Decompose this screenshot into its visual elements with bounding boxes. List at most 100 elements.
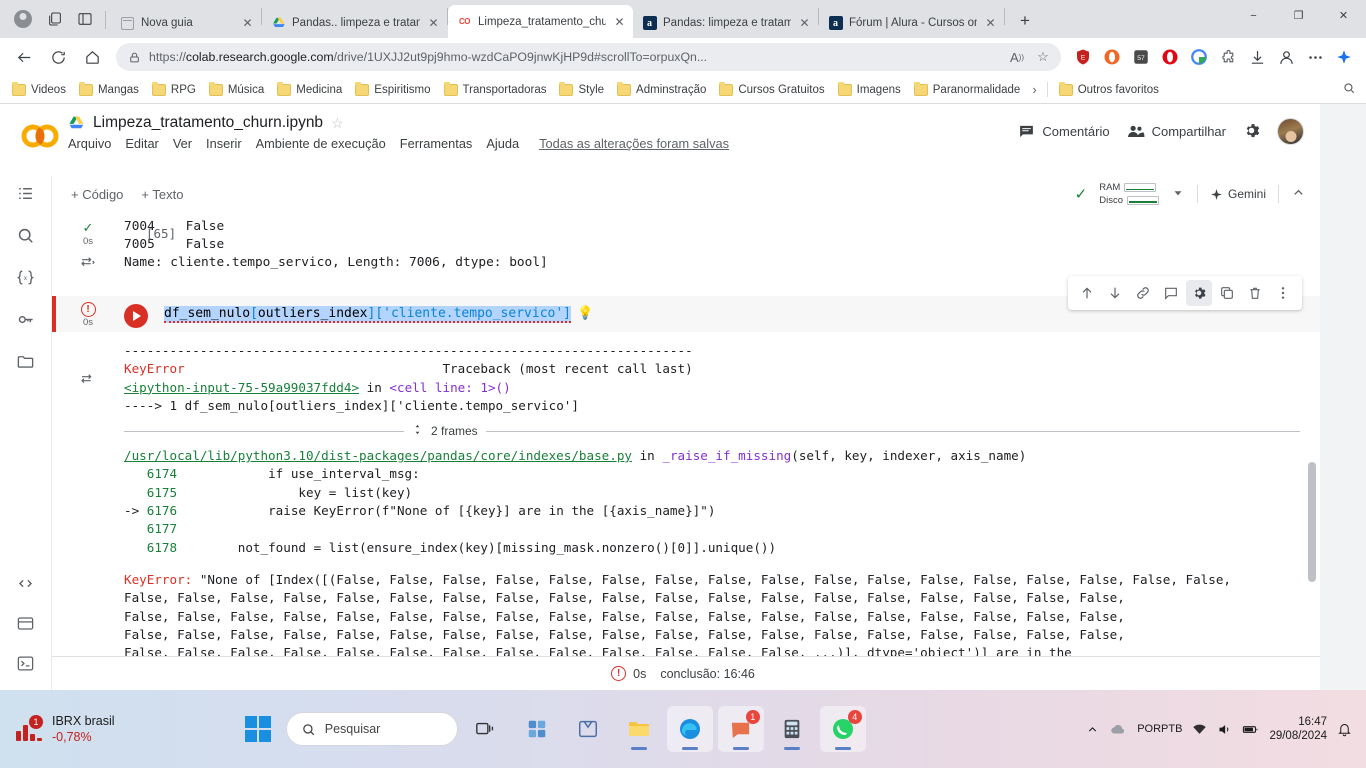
browser-tab-0[interactable]: Nova guia ✕ (111, 8, 261, 38)
menu-item-ajuda[interactable]: Ajuda (486, 136, 519, 151)
browser-tab-4[interactable]: a Fórum | Alura - Cursos onl ✕ (819, 8, 1004, 38)
browser-profile-icon[interactable] (1272, 43, 1300, 71)
move-up-icon[interactable] (1074, 280, 1100, 306)
output-scroll-icon[interactable] (80, 255, 96, 274)
taskview-button[interactable] (463, 706, 509, 752)
close-icon[interactable]: ✕ (426, 16, 441, 31)
collapsed-frames-row[interactable]: 2 frames (124, 423, 1300, 439)
menu-item-ver[interactable]: Ver (173, 136, 192, 151)
split-screen-icon[interactable] (70, 0, 100, 38)
menu-item-ferramentas[interactable]: Ferramentas (400, 136, 473, 151)
collapse-header-icon[interactable] (1291, 185, 1306, 203)
close-window-icon[interactable]: ✕ (1321, 0, 1366, 31)
menu-item-editar[interactable]: Editar (125, 136, 158, 151)
frames-expand-icon[interactable] (412, 423, 423, 439)
chat-app-icon[interactable]: 1 (717, 706, 764, 752)
settings-icon[interactable] (1186, 280, 1212, 306)
extensions-puzzle-icon[interactable] (1214, 43, 1242, 71)
move-down-icon[interactable] (1102, 280, 1128, 306)
star-icon[interactable]: ☆ (331, 115, 344, 132)
battery-icon[interactable] (1242, 721, 1259, 738)
share-button[interactable]: Compartilhar (1126, 122, 1226, 141)
add-text-cell-button[interactable]: + Texto (132, 183, 192, 206)
file-explorer-icon[interactable] (616, 706, 662, 752)
command-palette-icon[interactable] (9, 606, 43, 640)
taskbar-search[interactable]: Pesquisar (285, 712, 458, 746)
browser-tab-2[interactable]: CO Limpeza_tratamento_churn ✕ (448, 5, 633, 38)
bookmark-style[interactable]: Style (553, 81, 610, 99)
bookmark-cursos-gratuitos[interactable]: Cursos Gratuitos (713, 81, 830, 99)
link-icon[interactable] (1130, 280, 1156, 306)
more-vert-icon[interactable] (1270, 280, 1296, 306)
menu-item-inserir[interactable]: Inserir (206, 136, 242, 151)
bookmark-other-favorites[interactable]: Outros favoritos (1053, 81, 1165, 99)
close-icon[interactable]: ✕ (240, 16, 255, 31)
bookmark-rpg[interactable]: RPG (146, 81, 202, 99)
settings-gear-icon[interactable] (1242, 121, 1261, 143)
extension-opera-icon[interactable] (1156, 43, 1184, 71)
bookmark-videos[interactable]: Videos (6, 81, 72, 99)
language-indicator[interactable]: POR PTB (1137, 723, 1182, 736)
code-editor-line[interactable]: df_sem_nulo[outliers_index]['cliente.tem… (124, 296, 593, 323)
bookmarks-overflow-icon[interactable]: › (1027, 79, 1041, 100)
terminal-icon[interactable] (9, 646, 43, 680)
taskbar-clock[interactable]: 16:47 29/08/2024 (1269, 715, 1327, 743)
menu-item-arquivo[interactable]: Arquivo (68, 136, 111, 151)
favorite-star-icon[interactable]: ☆ (1031, 45, 1055, 69)
notebook-body[interactable]: ✓ 0s 7003 False 7004 False 7005 False Na… (52, 212, 1320, 690)
bookmark-adminstracao[interactable]: Adminstração (611, 81, 712, 99)
widgets-button[interactable] (514, 706, 560, 752)
minimize-icon[interactable]: − (1231, 0, 1276, 31)
variables-icon[interactable]: x (9, 260, 43, 294)
code-snippets-icon[interactable] (9, 566, 43, 600)
more-options-icon[interactable] (1301, 43, 1329, 71)
files-folder-icon[interactable] (9, 344, 43, 378)
copilot-icon[interactable] (1330, 43, 1358, 71)
whatsapp-icon[interactable]: 4 (819, 706, 866, 752)
bookmark-espiritismo[interactable]: Espiritismo (349, 81, 436, 99)
address-bar[interactable]: https://colab.research.google.com/drive/… (116, 43, 1061, 71)
maximize-icon[interactable]: ❐ (1276, 0, 1321, 31)
search-icon[interactable] (9, 218, 43, 252)
bookmark-imagens[interactable]: Imagens (832, 81, 907, 99)
tab-collections-icon[interactable] (40, 0, 70, 38)
tray-expand-icon[interactable] (1086, 723, 1099, 736)
bookmarks-search-icon[interactable] (1342, 81, 1360, 98)
lightbulb-icon[interactable]: 💡 (577, 306, 593, 321)
bookmark-mangas[interactable]: Mangas (73, 81, 145, 99)
bookmark-paranormalidade[interactable]: Paranormalidade (908, 81, 1027, 99)
bookmark-medicina[interactable]: Medicina (271, 81, 348, 99)
close-icon[interactable]: ✕ (612, 14, 627, 29)
notifications-icon[interactable] (1337, 722, 1352, 737)
menu-item-ambiente-execucao[interactable]: Ambiente de execução (256, 136, 386, 151)
delete-icon[interactable] (1242, 280, 1268, 306)
extension-google-icon[interactable] (1185, 43, 1213, 71)
browser-tab-3[interactable]: a Pandas: limpeza e tratame ✕ (633, 8, 818, 38)
add-code-cell-button[interactable]: + Código (62, 183, 132, 206)
stock-widget[interactable]: 1 IBRX brasil -0,78% (6, 709, 125, 749)
bookmark-transportadoras[interactable]: Transportadoras (438, 81, 553, 99)
resource-meters[interactable]: RAM Disco (1099, 182, 1159, 206)
extension-red-icon[interactable]: E (1069, 43, 1097, 71)
gemini-button[interactable]: Gemini (1210, 187, 1266, 201)
browser-tab-1[interactable]: Pandas.. limpeza e tratame ✕ (262, 8, 447, 38)
runtime-dropdown-icon[interactable] (1171, 186, 1185, 203)
run-cell-button[interactable] (124, 304, 148, 328)
reload-icon[interactable] (42, 41, 74, 73)
start-button[interactable] (235, 706, 281, 752)
table-of-contents-icon[interactable] (9, 176, 43, 210)
weather-cloud-icon[interactable] (1109, 720, 1127, 738)
secrets-key-icon[interactable] (9, 302, 43, 336)
download-icon[interactable] (1243, 43, 1271, 71)
profile-avatar-button[interactable] (6, 0, 40, 38)
copy-icon[interactable] (1214, 280, 1240, 306)
avatar[interactable] (1277, 118, 1304, 145)
save-status-link[interactable]: Todas as alterações foram salvas (539, 136, 729, 151)
extension-badge-icon[interactable]: 57 (1127, 43, 1155, 71)
bookmark-musica[interactable]: Música (203, 81, 270, 99)
home-icon[interactable] (76, 41, 108, 73)
notebook-scrollbar-thumb[interactable] (1308, 462, 1316, 582)
comment-button[interactable]: Comentário (1018, 123, 1110, 140)
volume-icon[interactable] (1217, 722, 1232, 737)
edge-browser-icon[interactable] (666, 706, 713, 752)
